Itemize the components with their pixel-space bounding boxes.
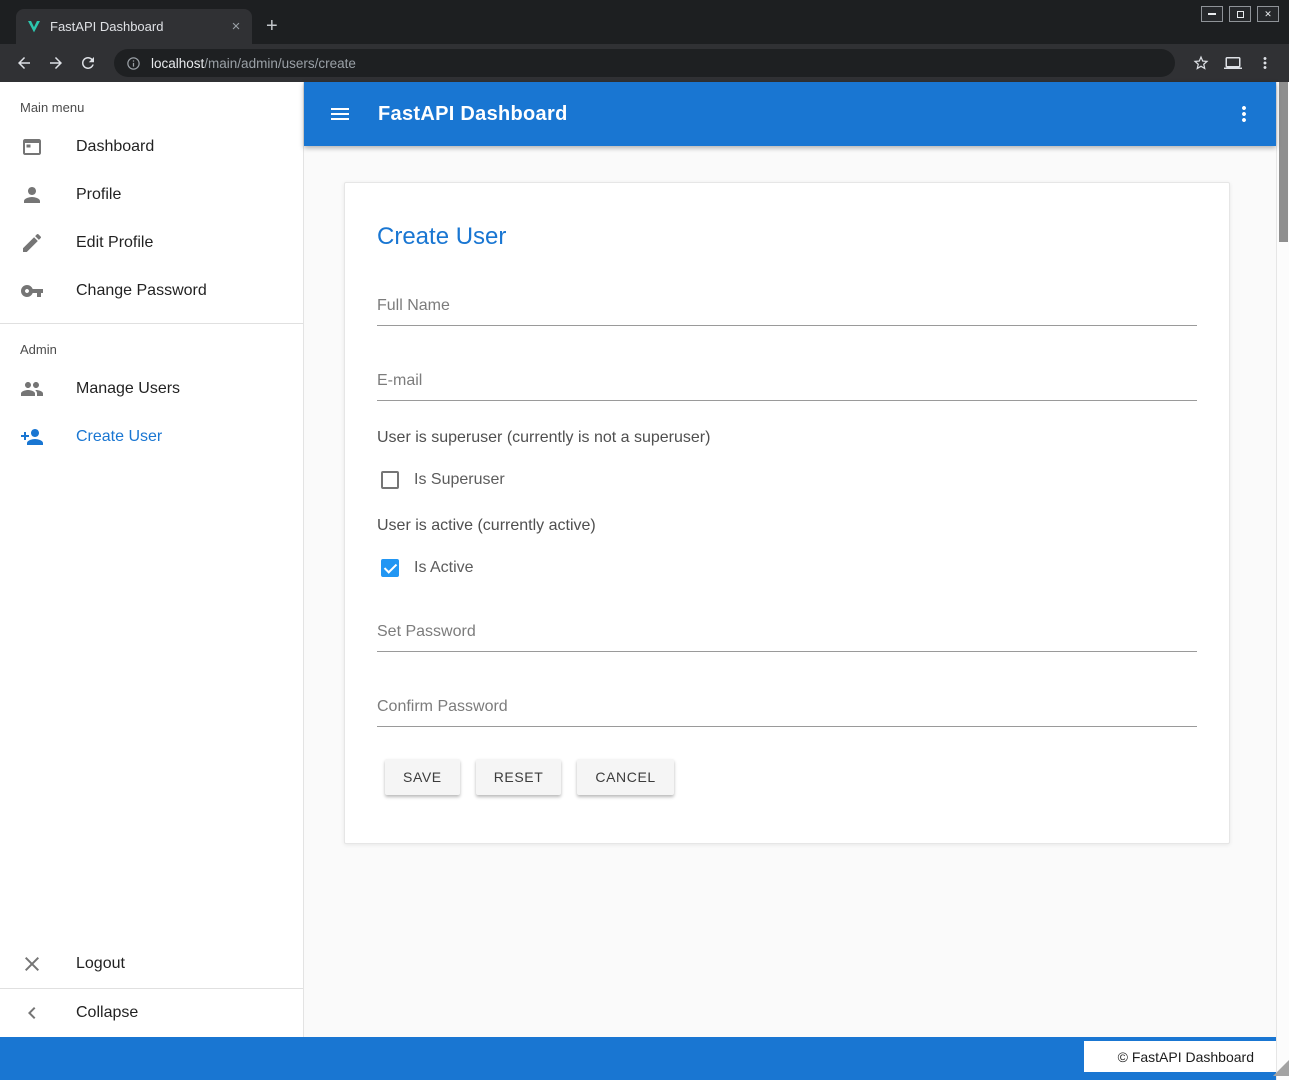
sidebar-item-dashboard[interactable]: Dashboard [0, 123, 303, 171]
install-app-icon[interactable] [1219, 49, 1247, 77]
sidebar-item-label: Profile [76, 186, 121, 204]
footer: © FastAPI Dashboard [0, 1037, 1276, 1080]
full-name-input[interactable] [377, 293, 1197, 325]
email-input[interactable] [377, 368, 1197, 400]
sidebar-item-label: Edit Profile [76, 234, 153, 252]
pencil-icon [20, 231, 44, 255]
browser-menu-icon[interactable] [1251, 49, 1279, 77]
close-button[interactable]: ✕ [1257, 6, 1279, 22]
sidebar: Main menu Dashboard Profile Edit Profile [0, 82, 304, 1037]
main-area: FastAPI Dashboard Create User [304, 82, 1276, 1037]
people-icon [20, 377, 44, 401]
sidebar-item-logout[interactable]: Logout [0, 940, 303, 988]
superuser-checkbox[interactable] [381, 471, 399, 489]
active-hint: User is active (currently active) [377, 517, 1197, 535]
full-name-field-wrapper [377, 293, 1197, 326]
resize-grip-icon [1273, 1060, 1289, 1076]
dashboard-icon [20, 135, 44, 159]
sidebar-item-label: Change Password [76, 282, 207, 300]
back-button[interactable] [10, 49, 38, 77]
person-add-icon [20, 425, 44, 449]
vuetify-logo-icon [26, 19, 42, 35]
password-field-wrapper [377, 619, 1197, 652]
site-info-icon[interactable] [126, 56, 141, 71]
password-input[interactable] [377, 619, 1197, 651]
sidebar-item-edit-profile[interactable]: Edit Profile [0, 219, 303, 267]
sidebar-section-admin: Admin [0, 324, 303, 365]
appbar: FastAPI Dashboard [304, 82, 1276, 146]
sidebar-item-label: Create User [76, 428, 162, 446]
forward-button[interactable] [42, 49, 70, 77]
browser-titlebar: FastAPI Dashboard × + ✕ [0, 0, 1289, 44]
sidebar-section-main-menu: Main menu [0, 82, 303, 123]
superuser-checkbox-row[interactable]: Is Superuser [377, 471, 1197, 489]
window-controls: ✕ [1201, 6, 1279, 22]
new-tab-button[interactable]: + [266, 9, 278, 44]
sidebar-item-label: Logout [76, 955, 125, 973]
sidebar-item-change-password[interactable]: Change Password [0, 267, 303, 315]
sidebar-item-label: Dashboard [76, 138, 154, 156]
bookmark-star-icon[interactable] [1187, 49, 1215, 77]
sidebar-spacer [0, 461, 303, 940]
page-scrollbar[interactable] [1276, 82, 1289, 1080]
url-host: localhost [151, 56, 204, 71]
active-checkbox[interactable] [381, 559, 399, 577]
email-field-wrapper [377, 368, 1197, 401]
key-icon [20, 279, 44, 303]
url-text: localhost/main/admin/users/create [151, 56, 356, 71]
confirm-password-field-wrapper [377, 694, 1197, 727]
reload-button[interactable] [74, 49, 102, 77]
sidebar-item-profile[interactable]: Profile [0, 171, 303, 219]
browser-toolbar: localhost/main/admin/users/create [0, 44, 1289, 82]
active-checkbox-row[interactable]: Is Active [377, 559, 1197, 577]
sidebar-item-label: Manage Users [76, 380, 180, 398]
active-checkbox-label: Is Active [414, 559, 474, 577]
url-path: /main/admin/users/create [204, 56, 356, 71]
maximize-icon [1237, 11, 1244, 18]
app-body: Main menu Dashboard Profile Edit Profile [0, 82, 1289, 1080]
maximize-button[interactable] [1229, 6, 1251, 22]
kebab-menu-icon[interactable] [1232, 102, 1256, 126]
browser-tab[interactable]: FastAPI Dashboard × [16, 9, 252, 44]
close-x-icon [20, 952, 44, 976]
page-title: Create User [377, 223, 1197, 251]
sidebar-item-label: Collapse [76, 1004, 138, 1022]
page-content: Create User User is superuser (currently… [304, 146, 1276, 1037]
hamburger-menu-icon[interactable] [328, 102, 352, 126]
appbar-title: FastAPI Dashboard [378, 103, 568, 126]
browser-window: FastAPI Dashboard × + ✕ localhost/main/a… [0, 0, 1289, 1080]
person-icon [20, 183, 44, 207]
superuser-checkbox-label: Is Superuser [414, 471, 505, 489]
reset-button[interactable]: RESET [476, 759, 562, 795]
sidebar-item-create-user[interactable]: Create User [0, 413, 303, 461]
cancel-button[interactable]: CANCEL [577, 759, 673, 795]
superuser-hint: User is superuser (currently is not a su… [377, 429, 1197, 447]
app-content: Main menu Dashboard Profile Edit Profile [0, 82, 1276, 1080]
sidebar-item-manage-users[interactable]: Manage Users [0, 365, 303, 413]
save-button[interactable]: SAVE [385, 759, 460, 795]
tab-title: FastAPI Dashboard [50, 19, 220, 34]
sidebar-item-collapse[interactable]: Collapse [0, 989, 303, 1037]
form-buttons: SAVE RESET CANCEL [377, 759, 1197, 795]
copyright-text: © FastAPI Dashboard [1084, 1041, 1276, 1072]
address-bar[interactable]: localhost/main/admin/users/create [114, 49, 1175, 77]
tab-close-icon[interactable]: × [228, 19, 244, 35]
confirm-password-input[interactable] [377, 694, 1197, 726]
scrollbar-thumb[interactable] [1279, 82, 1288, 242]
minimize-icon [1208, 13, 1216, 15]
chevron-left-icon [20, 1001, 44, 1025]
minimize-button[interactable] [1201, 6, 1223, 22]
create-user-card: Create User User is superuser (currently… [344, 182, 1230, 844]
